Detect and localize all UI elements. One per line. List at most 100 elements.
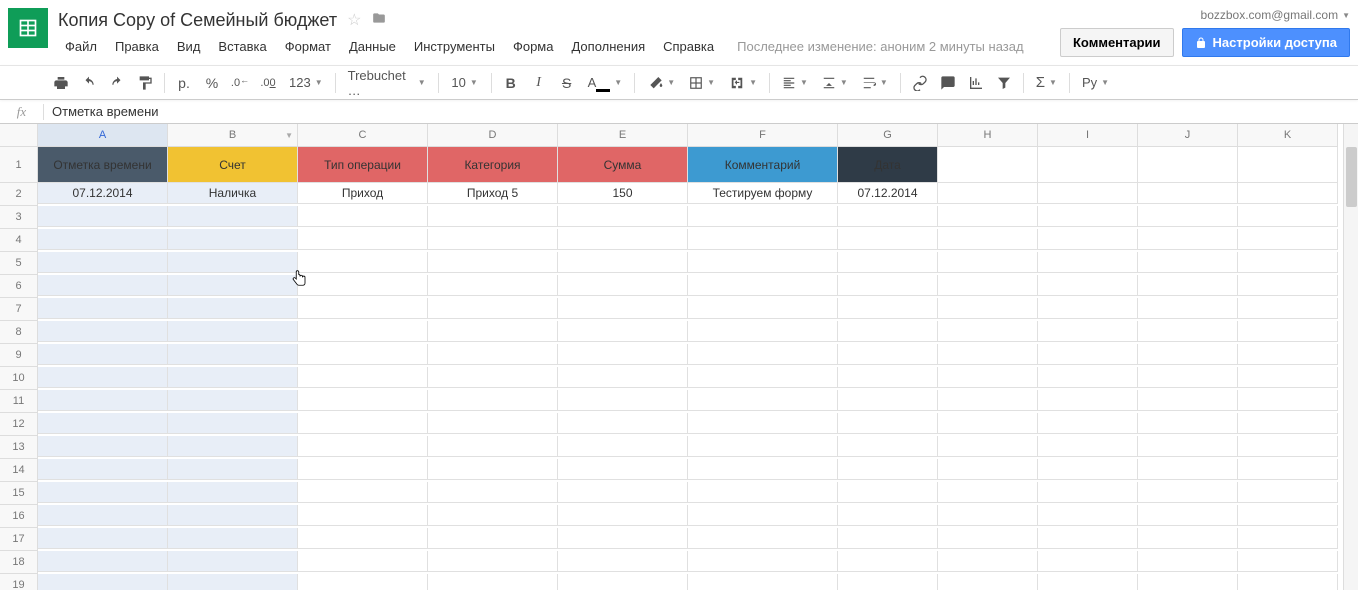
row-head-18[interactable]: 18 [0,551,38,574]
cell-j19[interactable] [1138,574,1238,590]
cell-c16[interactable] [298,505,428,526]
cell-k12[interactable] [1238,413,1338,434]
cell-g2[interactable]: 07.12.2014 [838,183,938,204]
cell-e5[interactable] [558,252,688,273]
col-head-e[interactable]: E [558,124,688,147]
cell-b7[interactable] [168,298,298,319]
cell-a6[interactable] [38,275,168,296]
cell-f12[interactable] [688,413,838,434]
valign-button[interactable]: ▼ [816,70,854,96]
cell-c14[interactable] [298,459,428,480]
cell-d2[interactable]: Приход 5 [428,183,558,204]
cell-e18[interactable] [558,551,688,572]
cell-b9[interactable] [168,344,298,365]
cell-h2[interactable] [938,183,1038,204]
cell-a3[interactable] [38,206,168,227]
cell-g19[interactable] [838,574,938,590]
cell-i4[interactable] [1038,229,1138,250]
cell-i5[interactable] [1038,252,1138,273]
cell-b18[interactable] [168,551,298,572]
cell-h1[interactable] [938,147,1038,183]
col-head-g[interactable]: G [838,124,938,147]
cell-d18[interactable] [428,551,558,572]
cell-i6[interactable] [1038,275,1138,296]
col-head-i[interactable]: I [1038,124,1138,147]
cell-b12[interactable] [168,413,298,434]
cell-j4[interactable] [1138,229,1238,250]
cell-j7[interactable] [1138,298,1238,319]
cell-i7[interactable] [1038,298,1138,319]
cell-b16[interactable] [168,505,298,526]
menu-format[interactable]: Формат [278,36,338,57]
row-head-3[interactable]: 3 [0,206,38,229]
row-head-19[interactable]: 19 [0,574,38,590]
cell-d5[interactable] [428,252,558,273]
cell-h9[interactable] [938,344,1038,365]
folder-icon[interactable] [371,11,387,30]
cell-a9[interactable] [38,344,168,365]
cell-f17[interactable] [688,528,838,549]
cell-d14[interactable] [428,459,558,480]
cell-c15[interactable] [298,482,428,503]
cell-b3[interactable] [168,206,298,227]
cell-j15[interactable] [1138,482,1238,503]
menu-data[interactable]: Данные [342,36,403,57]
row-head-14[interactable]: 14 [0,459,38,482]
cell-e2[interactable]: 150 [558,183,688,204]
star-icon[interactable]: ☆ [347,10,361,30]
cell-b15[interactable] [168,482,298,503]
cell-g14[interactable] [838,459,938,480]
cell-b10[interactable] [168,367,298,388]
cell-j9[interactable] [1138,344,1238,365]
cell-f14[interactable] [688,459,838,480]
cell-j14[interactable] [1138,459,1238,480]
cell-j18[interactable] [1138,551,1238,572]
cell-d12[interactable] [428,413,558,434]
wrap-button[interactable]: ▼ [856,70,894,96]
row-head-10[interactable]: 10 [0,367,38,390]
cell-i11[interactable] [1038,390,1138,411]
cell-e14[interactable] [558,459,688,480]
cell-k6[interactable] [1238,275,1338,296]
cell-k19[interactable] [1238,574,1338,590]
cell-f18[interactable] [688,551,838,572]
cell-a17[interactable] [38,528,168,549]
cell-k18[interactable] [1238,551,1338,572]
col-head-f[interactable]: F [688,124,838,147]
cell-b4[interactable] [168,229,298,250]
cell-b1[interactable]: Счет [168,147,298,183]
cell-e1[interactable]: Сумма [558,147,688,183]
cell-k10[interactable] [1238,367,1338,388]
cell-c13[interactable] [298,436,428,457]
cell-g15[interactable] [838,482,938,503]
cell-c5[interactable] [298,252,428,273]
cell-g12[interactable] [838,413,938,434]
cell-i3[interactable] [1038,206,1138,227]
cell-f7[interactable] [688,298,838,319]
cell-j3[interactable] [1138,206,1238,227]
cell-k15[interactable] [1238,482,1338,503]
cell-h19[interactable] [938,574,1038,590]
cell-c11[interactable] [298,390,428,411]
cell-k14[interactable] [1238,459,1338,480]
cell-k8[interactable] [1238,321,1338,342]
cell-h7[interactable] [938,298,1038,319]
cell-c10[interactable] [298,367,428,388]
cell-a2[interactable]: 07.12.2014 [38,183,168,204]
cell-j8[interactable] [1138,321,1238,342]
cell-k11[interactable] [1238,390,1338,411]
cell-a11[interactable] [38,390,168,411]
cell-h11[interactable] [938,390,1038,411]
cell-a8[interactable] [38,321,168,342]
cell-k17[interactable] [1238,528,1338,549]
undo-button[interactable] [76,70,102,96]
row-head-5[interactable]: 5 [0,252,38,275]
cell-h6[interactable] [938,275,1038,296]
cell-k7[interactable] [1238,298,1338,319]
row-head-12[interactable]: 12 [0,413,38,436]
cell-e16[interactable] [558,505,688,526]
cell-d17[interactable] [428,528,558,549]
cell-f19[interactable] [688,574,838,590]
account-menu[interactable]: bozzbox.com@gmail.com ▼ [1201,8,1350,22]
redo-button[interactable] [104,70,130,96]
